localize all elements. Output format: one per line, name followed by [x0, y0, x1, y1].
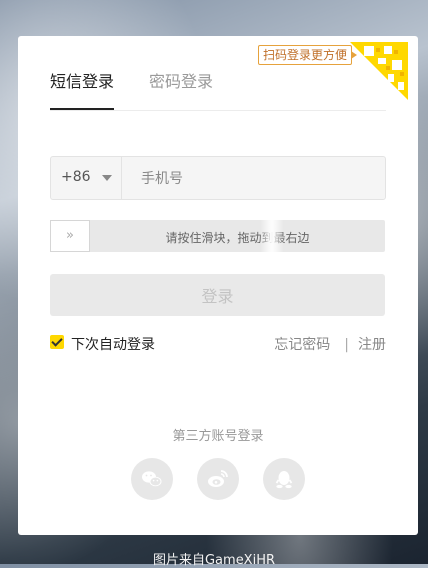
qr-login-tip[interactable]: 扫码登录更方便 [258, 45, 358, 65]
chevron-down-icon [102, 175, 112, 181]
phone-field: +86 [50, 156, 386, 200]
slider-handle[interactable]: » [50, 220, 90, 252]
auto-login-label: 下次自动登录 [71, 337, 155, 353]
background-credit: 图片来自GameXiHR [152, 553, 276, 568]
phone-input[interactable] [141, 169, 371, 187]
slider-shine [260, 220, 284, 252]
weibo-login-button[interactable] [197, 458, 239, 500]
login-tabs: 短信登录 密码登录 [50, 64, 386, 111]
slider-instruction: 请按住滑块，拖动到最右边 [165, 231, 310, 245]
tab-password-login[interactable]: 密码登录 [149, 68, 213, 92]
login-button[interactable]: 登录 [50, 274, 385, 316]
country-code-select[interactable]: +86 [51, 157, 122, 199]
register-link[interactable]: 注册 [358, 337, 386, 353]
qq-login-button[interactable] [263, 458, 305, 500]
weibo-icon [208, 470, 228, 487]
third-party-title: 第三方账号登录 [172, 429, 264, 444]
country-code-value: +86 [61, 169, 91, 185]
account-links: 忘记密码 | 注册 [274, 334, 386, 354]
wechat-icon [142, 471, 162, 487]
link-separator: | [344, 337, 349, 353]
login-card: 扫码登录更方便 短信登录 密码登录 +86 » 请按住滑块，拖动到最右边 [18, 36, 418, 535]
wechat-login-button[interactable] [131, 458, 173, 500]
slider-captcha[interactable]: » 请按住滑块，拖动到最右边 [50, 220, 385, 252]
auto-login-checkbox[interactable] [50, 335, 64, 349]
tab-sms-login[interactable]: 短信登录 [50, 68, 115, 110]
qq-icon [275, 471, 293, 489]
forgot-password-link[interactable]: 忘记密码 [274, 337, 330, 353]
